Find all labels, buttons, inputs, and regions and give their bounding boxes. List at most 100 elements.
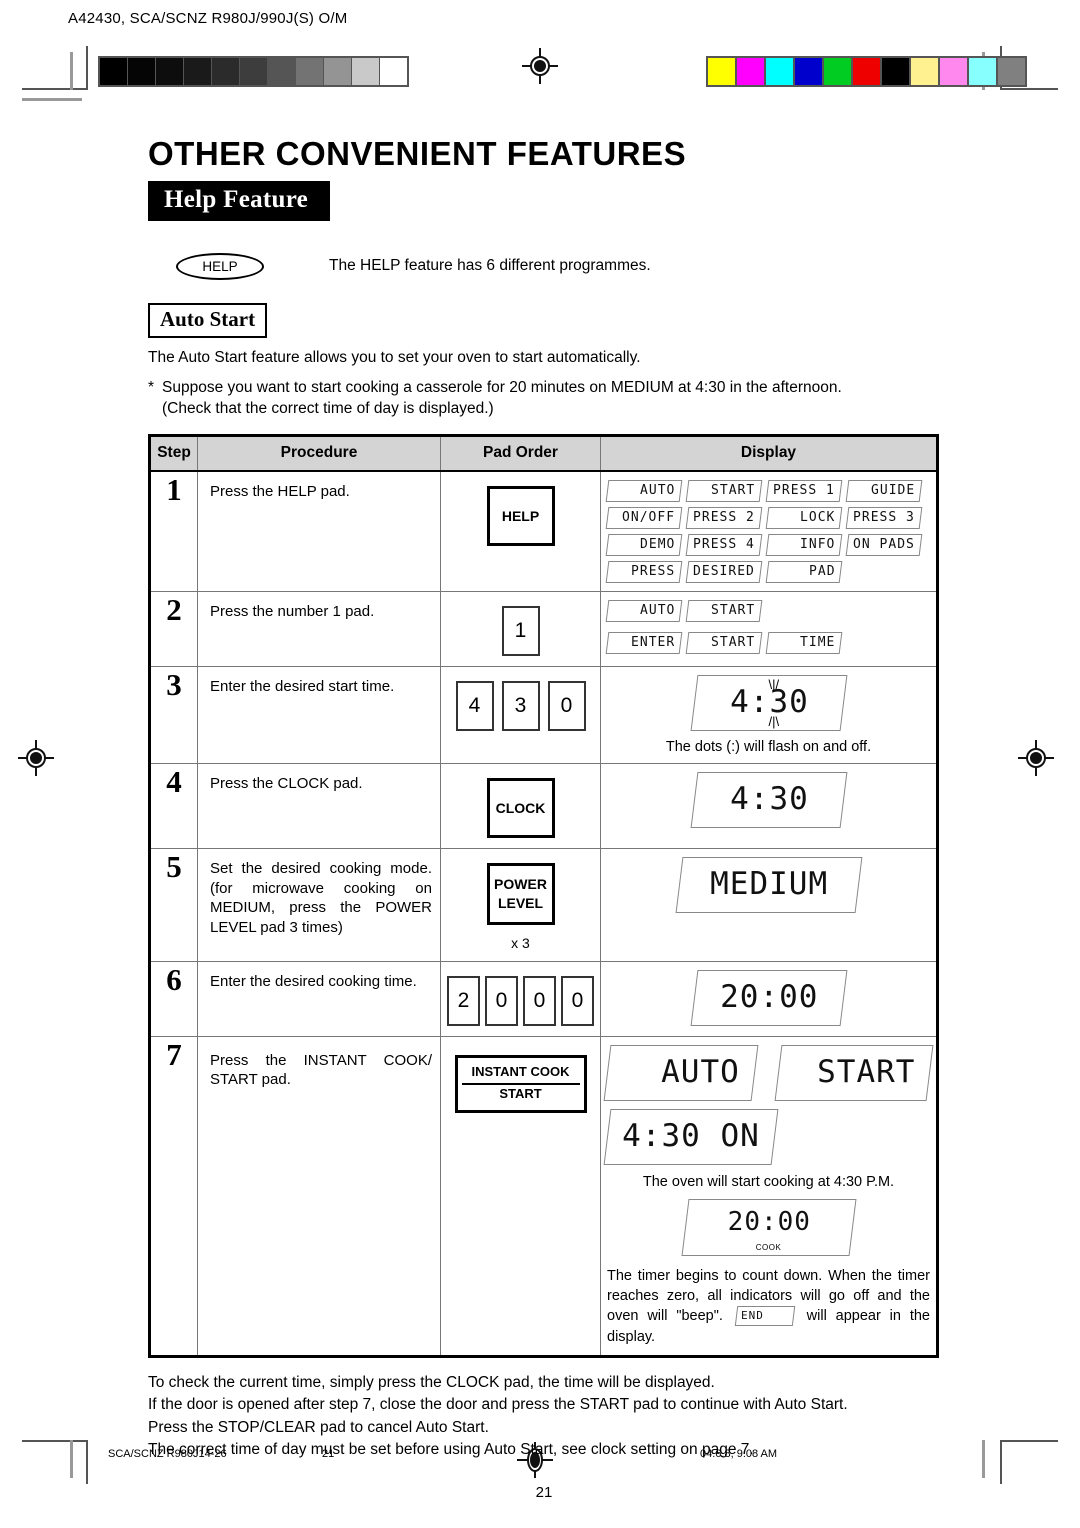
header-doc-code: A42430, SCA/SCNZ R980J/990J(S) O/M [68,10,348,27]
flash-mark-top-icon: \|/ [768,676,780,692]
lcd-grid: AUTO START ENTER START TIME [605,599,930,654]
lcd-display: 4:30 [690,771,847,828]
lcd-cell: TIME [765,631,843,654]
page-content: OTHER CONVENIENT FEATURES Help Feature H… [148,135,940,1501]
pad-key[interactable]: 4 [455,680,494,731]
lcd-cell: ENTER [605,631,683,654]
lcd-display: MEDIUM [675,856,862,913]
lcd-display: 20:00 [690,969,847,1026]
step-pad-order: 1 [440,590,601,667]
step-number: 4 [149,762,198,849]
step-pad-order: POWER LEVEL x 3 [440,847,601,962]
pad-key-row: 2 0 0 0 [447,975,594,1026]
pad-key[interactable]: 0 [523,975,556,1026]
footer-note: If the door is opened after step 7, clos… [148,1396,848,1414]
step-pad-order: HELP [440,470,601,592]
lcd-cook-row: 20:00 COOK [607,1198,930,1256]
pad-label-line-1: INSTANT COOK [461,1063,580,1086]
color-swatch [853,58,880,85]
grayscale-swatch [156,58,183,85]
page-number: 21 [535,1483,553,1501]
pad-label-line-1: POWER [494,875,547,892]
pad-key[interactable]: 0 [561,975,594,1026]
subsection-intro: The Auto Start feature allows you to set… [148,349,641,366]
registration-target-right [1018,740,1054,776]
table-row: 6 Enter the desired cooking time. 2 0 0 … [149,960,938,1037]
grayscale-swatch [212,58,239,85]
color-swatch [708,58,735,85]
lcd-cell: DESIRED [685,560,763,583]
grayscale-swatch [324,58,351,85]
pad-button-power-level[interactable]: POWER LEVEL [486,862,555,925]
grayscale-swatch [184,58,211,85]
lcd-display-auto: AUTO [603,1044,759,1101]
step-note-1: The oven will start cooking at 4:30 P.M. [642,1173,895,1190]
pad-button-instant-cook-start[interactable]: INSTANT COOK START [454,1054,587,1114]
lcd-cook-indicator-label: COOK [755,1242,782,1252]
table-row: 5 Set the desired cooking mode. (for mic… [149,847,938,962]
color-swatch [911,58,938,85]
lcd-cell: PRESS 3 [845,506,923,529]
footer-note: The correct time of day must be set befo… [148,1441,754,1459]
lcd-display-start: START [774,1044,934,1101]
pad-key[interactable]: 0 [547,680,586,731]
lcd-flashing-wrap: 4:30 \|/ /|\ [690,674,847,731]
steps-table: Step Procedure Pad Order Display 1 Press… [148,433,939,1358]
lcd-grid: AUTO START PRESS 1 GUIDE ON/OFF PRESS 2 … [605,479,930,583]
lcd-cell: PRESS 1 [765,479,843,502]
print-timestamp: 04.6.8, 9:08 AM [700,1448,778,1460]
registration-target-left [18,740,54,776]
color-swatch [969,58,996,85]
color-calibration-strip [706,56,1027,87]
footer-note: Press the STOP/CLEAR pad to cancel Auto … [148,1418,489,1436]
step-display: AUTO START PRESS 1 GUIDE ON/OFF PRESS 2 … [600,470,938,592]
lcd-cell: PRESS 2 [685,506,763,529]
lcd-display-start-time: 4:30 ON [603,1108,779,1165]
pad-label-line-2: LEVEL [497,894,544,911]
step-number: 3 [149,665,198,764]
pad-key-row: 1 [447,605,594,656]
table-header-row: Step Procedure Pad Order Display [149,434,938,472]
step-number: 1 [149,470,198,592]
footer-notes: To check the current time, simply press … [148,1372,940,1462]
pad-button-help[interactable]: HELP [486,485,555,546]
pad-label-line-2: START [499,1086,542,1102]
pad-key[interactable]: 1 [501,605,540,656]
pad-key-row: 4 3 0 [447,680,594,731]
grayscale-swatch [296,58,323,85]
bullet-marker: * [148,378,155,396]
grayscale-swatch [352,58,379,85]
registration-target-top [522,48,558,84]
lcd-row-start-time: 4:30 ON [603,1108,930,1165]
page-title: OTHER CONVENIENT FEATURES [148,135,687,172]
step-number: 2 [149,590,198,667]
step-procedure: Press the HELP pad. [197,470,441,592]
document-page: A42430, SCA/SCNZ R980J/990J(S) O/M OTHER… [0,0,1080,1528]
step-display: AUTO START 4:30 ON The oven will start c… [600,1035,938,1357]
step-procedure: Press the number 1 pad. [197,590,441,667]
help-intro-text: The HELP feature has 6 different program… [329,257,651,274]
lcd-cell: LOCK [765,506,843,529]
table-row: 7 Press the INSTANT COOK/ START pad. INS… [149,1035,938,1357]
print-page-number: 21 [322,1448,335,1460]
pad-press-count: x 3 [511,934,530,951]
pad-button-clock[interactable]: CLOCK [486,777,555,838]
color-swatch [940,58,967,85]
section-banner: Help Feature [148,181,331,221]
subsection-title: Auto Start [148,303,268,338]
step-procedure: Press the INSTANT COOK/ START pad. [197,1035,441,1357]
pad-key[interactable]: 2 [447,975,480,1026]
step-procedure: Enter the desired cooking time. [197,960,441,1037]
help-pad-icon: HELP [176,252,264,280]
pad-key[interactable]: 0 [485,975,518,1026]
column-header-step: Step [149,434,198,472]
grayscale-swatch [268,58,295,85]
lcd-cell: PAD [765,560,843,583]
step-note-2: The timer begins to count down. When the… [607,1266,930,1347]
lcd-cell: START [685,599,763,622]
step-procedure: Set the desired cooking mode. (for micro… [197,847,441,962]
color-swatch [824,58,851,85]
lcd-cell: START [685,631,763,654]
step-display: 4:30 \|/ /|\ The dots (:) will flash on … [600,665,938,764]
pad-key[interactable]: 3 [501,680,540,731]
